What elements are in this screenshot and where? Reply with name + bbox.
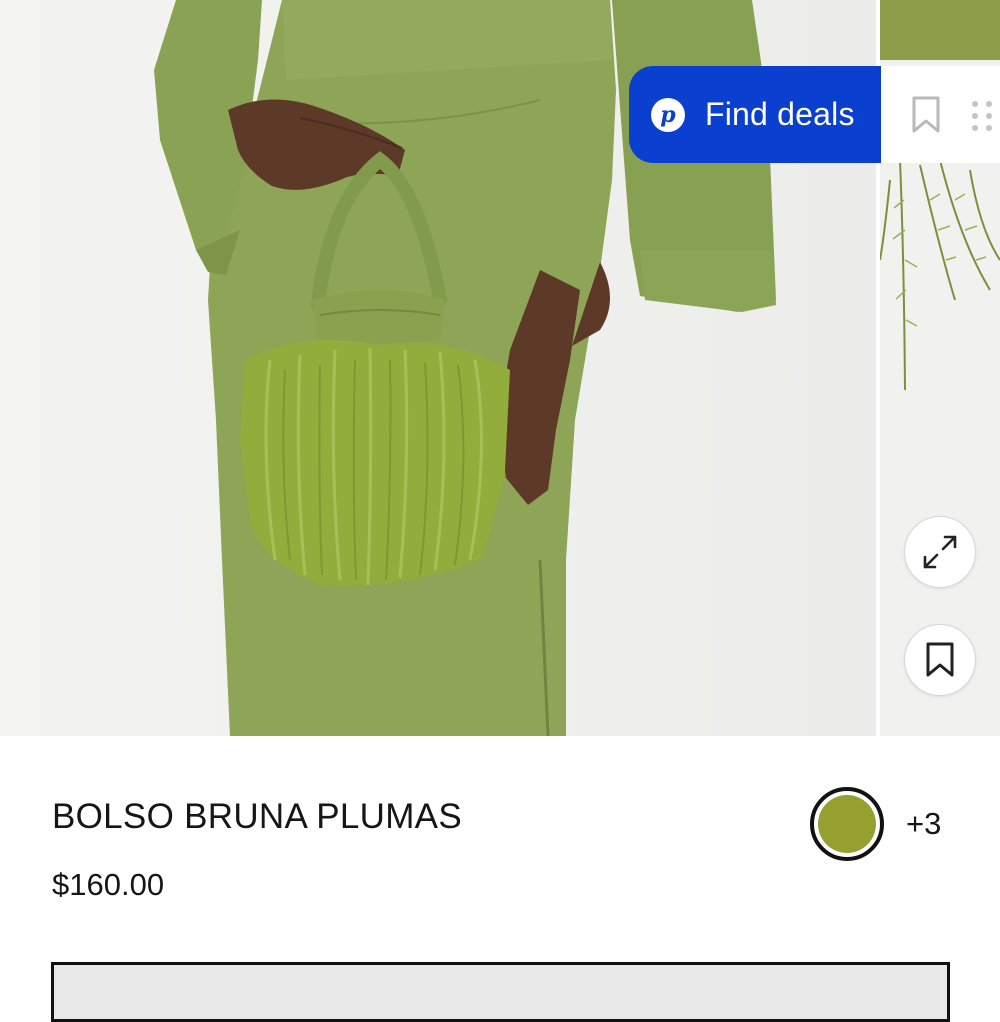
save-product-button[interactable] bbox=[904, 624, 976, 696]
expand-diagonal-icon bbox=[923, 535, 957, 569]
deals-logo-icon: p bbox=[651, 97, 685, 132]
drag-grip-icon[interactable] bbox=[971, 100, 993, 132]
product-title: BOLSO BRUNA PLUMAS bbox=[52, 797, 462, 836]
feather-bag bbox=[240, 340, 510, 586]
product-price: $160.00 bbox=[52, 867, 165, 902]
find-deals-label: Find deals bbox=[705, 96, 855, 132]
bookmark-outline-icon[interactable] bbox=[911, 96, 941, 134]
bookmark-icon bbox=[926, 642, 954, 677]
more-colors-link[interactable]: +3 bbox=[906, 806, 941, 842]
color-swatch-selected[interactable] bbox=[810, 787, 884, 861]
add-to-bag-button[interactable] bbox=[51, 962, 950, 1022]
find-deals-bar: p Find deals bbox=[629, 66, 1000, 163]
expand-image-button[interactable] bbox=[904, 516, 976, 588]
product-gallery[interactable]: p Find deals bbox=[0, 0, 1000, 736]
find-deals-button[interactable]: p Find deals bbox=[629, 66, 881, 163]
deals-toolbar bbox=[881, 66, 1000, 163]
color-swatch-fill bbox=[818, 795, 876, 853]
